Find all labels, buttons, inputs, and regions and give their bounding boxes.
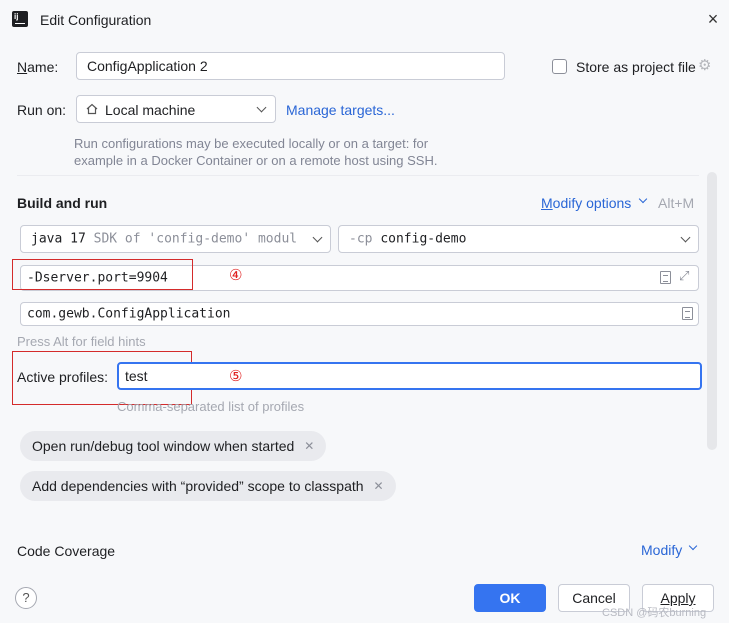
modify-options-link[interactable]: Modify options xyxy=(541,195,631,211)
chevron-down-icon[interactable] xyxy=(638,194,648,204)
chevron-down-icon[interactable] xyxy=(688,541,698,551)
gear-icon[interactable]: ⚙ xyxy=(698,58,714,74)
active-profiles-value: test xyxy=(125,368,148,384)
classpath-module-dropdown[interactable]: -cp config-demo xyxy=(338,225,699,253)
store-as-project-file-checkbox[interactable] xyxy=(552,59,567,74)
home-icon xyxy=(86,103,98,115)
chip-label: Add dependencies with “provided” scope t… xyxy=(32,478,364,494)
field-hints-text: Press Alt for field hints xyxy=(17,334,146,349)
watermark: CSDN @码农burning xyxy=(602,607,707,619)
name-label: Name: xyxy=(17,59,59,75)
help-button[interactable]: ? xyxy=(15,587,37,609)
vertical-scrollbar[interactable] xyxy=(707,172,717,450)
dialog-title: Edit Configuration xyxy=(40,12,152,28)
option-chip-provided-scope[interactable]: Add dependencies with “provided” scope t… xyxy=(20,471,396,501)
active-profiles-label: Active profiles: xyxy=(17,369,109,385)
chip-label: Open run/debug tool window when started xyxy=(32,438,295,454)
ok-button[interactable]: OK xyxy=(474,584,546,612)
expand-icon[interactable]: ⤢ xyxy=(679,268,689,284)
option-chip-open-tool-window[interactable]: Open run/debug tool window when started … xyxy=(20,431,327,461)
chevron-down-icon xyxy=(312,232,323,243)
run-on-dropdown[interactable]: Local machine xyxy=(76,95,276,123)
main-class-value: com.gewb.ConfigApplication xyxy=(27,306,231,322)
code-coverage-modify-link[interactable]: Modify xyxy=(641,542,682,558)
run-on-hint: Run configurations may be executed local… xyxy=(74,136,438,168)
jdk-dropdown[interactable]: java 17 SDK of 'config-demo' modul xyxy=(20,225,331,253)
document-icon[interactable] xyxy=(682,307,693,320)
close-icon[interactable]: ✕ xyxy=(374,479,384,493)
annotation-marker-4: ④ xyxy=(229,267,243,284)
name-input-value: ConfigApplication 2 xyxy=(87,58,208,74)
classpath-value: -cp config-demo xyxy=(349,231,467,247)
annotation-box-vm-options xyxy=(12,259,193,290)
chevron-down-icon xyxy=(680,232,691,243)
store-as-project-file-label[interactable]: Store as project file xyxy=(576,59,696,75)
active-profiles-input[interactable]: test xyxy=(117,362,702,390)
modify-options-shortcut: Alt+M xyxy=(658,195,695,211)
section-divider xyxy=(17,175,699,176)
close-icon[interactable]: ✕ xyxy=(304,439,314,453)
code-coverage-heading: Code Coverage xyxy=(17,543,116,559)
run-on-label: Run on: xyxy=(17,102,67,118)
build-and-run-heading: Build and run xyxy=(17,195,108,211)
active-profiles-hint: Comma-separated list of profiles xyxy=(117,399,305,414)
chevron-down-icon xyxy=(256,102,267,113)
run-on-value: Local machine xyxy=(105,102,196,118)
document-icon[interactable] xyxy=(660,271,671,284)
manage-targets-link[interactable]: Manage targets... xyxy=(286,102,395,118)
annotation-marker-5: ⑤ xyxy=(229,368,243,385)
close-icon[interactable]: × xyxy=(703,9,723,29)
main-class-input[interactable]: com.gewb.ConfigApplication xyxy=(20,302,699,326)
name-input[interactable]: ConfigApplication 2 xyxy=(76,52,505,80)
jdk-value: java 17 SDK of 'config-demo' modul xyxy=(31,231,298,247)
intellij-app-icon: ij xyxy=(12,11,28,27)
